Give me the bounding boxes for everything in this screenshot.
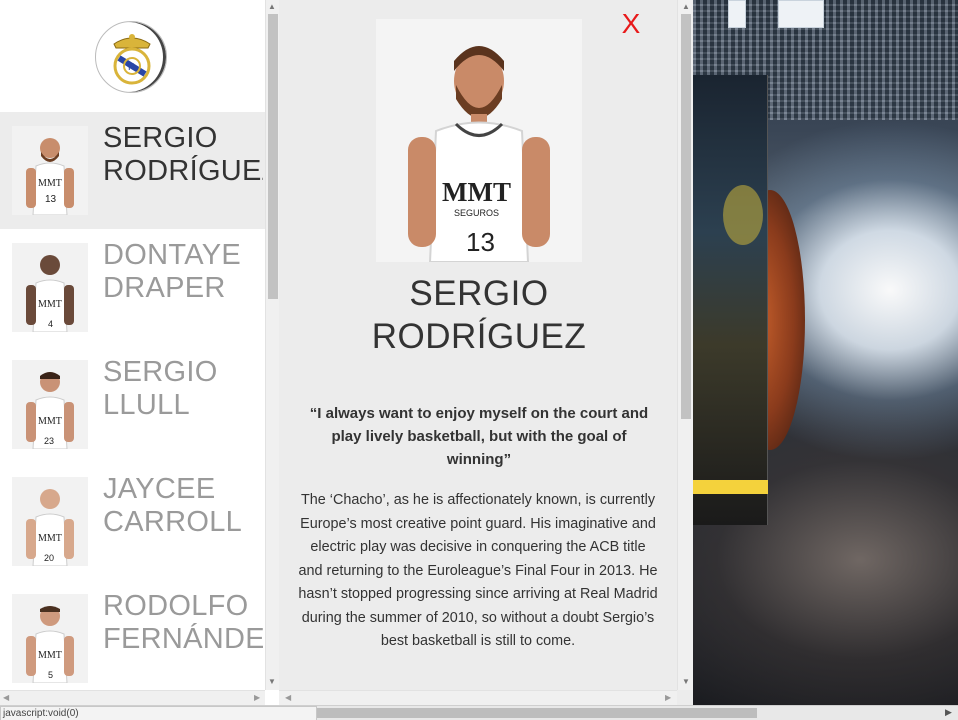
player-item-rodolfo-fernandez[interactable]: MMT 5 RODOLFO FERNÁNDEZ [0,580,265,697]
player-name: SERGIO LLULL [103,356,218,421]
status-text: javascript:void(0) [0,706,317,720]
player-item-sergio-llull[interactable]: MMT 23 SERGIO LLULL [0,346,265,463]
player-quote: “I always want to enjoy myself on the co… [309,405,649,468]
stand-box [728,0,746,28]
jersey-number: 13 [466,227,495,257]
screen-glow [723,185,763,245]
player-bio: The ‘Chacho’, as he is affectionately kn… [298,492,658,649]
player-name: SERGIO RODRÍGUEZ [103,122,263,187]
scroll-right-icon[interactable]: ▶ [665,693,671,702]
player-item-jaycee-carroll[interactable]: MMT 20 JAYCEE CARROLL [0,463,265,580]
player-list-panel: R MMT 13 SERGIO RODRÍGUEZ MMT 4 DONTAYE … [0,0,279,705]
detail-hscrollbar[interactable]: ◀ ▶ [279,690,677,705]
svg-text:4: 4 [48,319,53,329]
player-thumbnail: MMT 5 [12,594,88,683]
close-button[interactable]: X [619,10,643,38]
player-list-hscrollbar[interactable]: ◀ ▶ [0,690,265,705]
svg-text:MMT: MMT [38,533,62,544]
jersey-sponsor-sub: SEGUROS [454,208,499,218]
scrollbar-thumb[interactable] [681,14,691,419]
svg-text:MMT: MMT [38,650,62,661]
player-item-dontaye-draper[interactable]: MMT 4 DONTAYE DRAPER [0,229,265,346]
player-thumbnail: MMT 20 [12,477,88,566]
screen-strip [693,480,768,494]
svg-text:13: 13 [45,194,57,205]
player-photo: MMT SEGUROS 13 [376,19,582,262]
scroll-left-icon[interactable]: ◀ [285,693,291,702]
scroll-left-icon[interactable]: ◀ [3,693,9,702]
svg-text:23: 23 [44,436,54,446]
player-item-sergio-rodriguez[interactable]: MMT 13 SERGIO RODRÍGUEZ [0,112,265,229]
scroll-down-icon[interactable]: ▼ [268,677,276,686]
svg-text:MMT: MMT [38,416,62,427]
status-bar: javascript:void(0) ▶ [0,705,958,720]
player-name: DONTAYE DRAPER [103,239,241,304]
scroll-right-icon[interactable]: ▶ [254,693,260,702]
player-name: JAYCEE CARROLL [103,473,243,538]
player-name: RODOLFO FERNÁNDEZ [103,590,263,655]
player-thumbnail: MMT 13 [12,126,88,215]
real-madrid-crest-icon[interactable]: R [95,21,167,93]
svg-text:MMT: MMT [38,299,62,310]
player-thumbnail: MMT 23 [12,360,88,449]
page: R MMT 13 SERGIO RODRÍGUEZ MMT 4 DONTAYE … [0,0,958,720]
jersey-sponsor: MMT [442,177,511,207]
scroll-right-icon[interactable]: ▶ [945,707,952,718]
page-hscrollbar-thumb[interactable] [317,708,757,718]
svg-text:20: 20 [44,553,54,563]
player-detail-panel: X MMT SEGUROS 13 SERGIO RODRÍGUEZ “I alw… [279,0,693,705]
scroll-up-icon[interactable]: ▲ [268,2,276,11]
stand-box [778,0,824,28]
svg-text:5: 5 [48,670,53,680]
arena-screen [693,75,768,525]
detail-scrollbar[interactable]: ▲ ▼ [677,0,693,690]
scrollbar-thumb[interactable] [268,14,278,299]
svg-text:R: R [128,62,135,73]
svg-text:MMT: MMT [38,178,62,189]
player-detail-name: SERGIO RODRÍGUEZ [371,274,587,356]
player-list-scrollbar[interactable]: ▲ ▼ [265,0,279,690]
scroll-down-icon[interactable]: ▼ [682,677,690,686]
player-thumbnail: MMT 4 [12,243,88,332]
scroll-up-icon[interactable]: ▲ [682,2,690,11]
